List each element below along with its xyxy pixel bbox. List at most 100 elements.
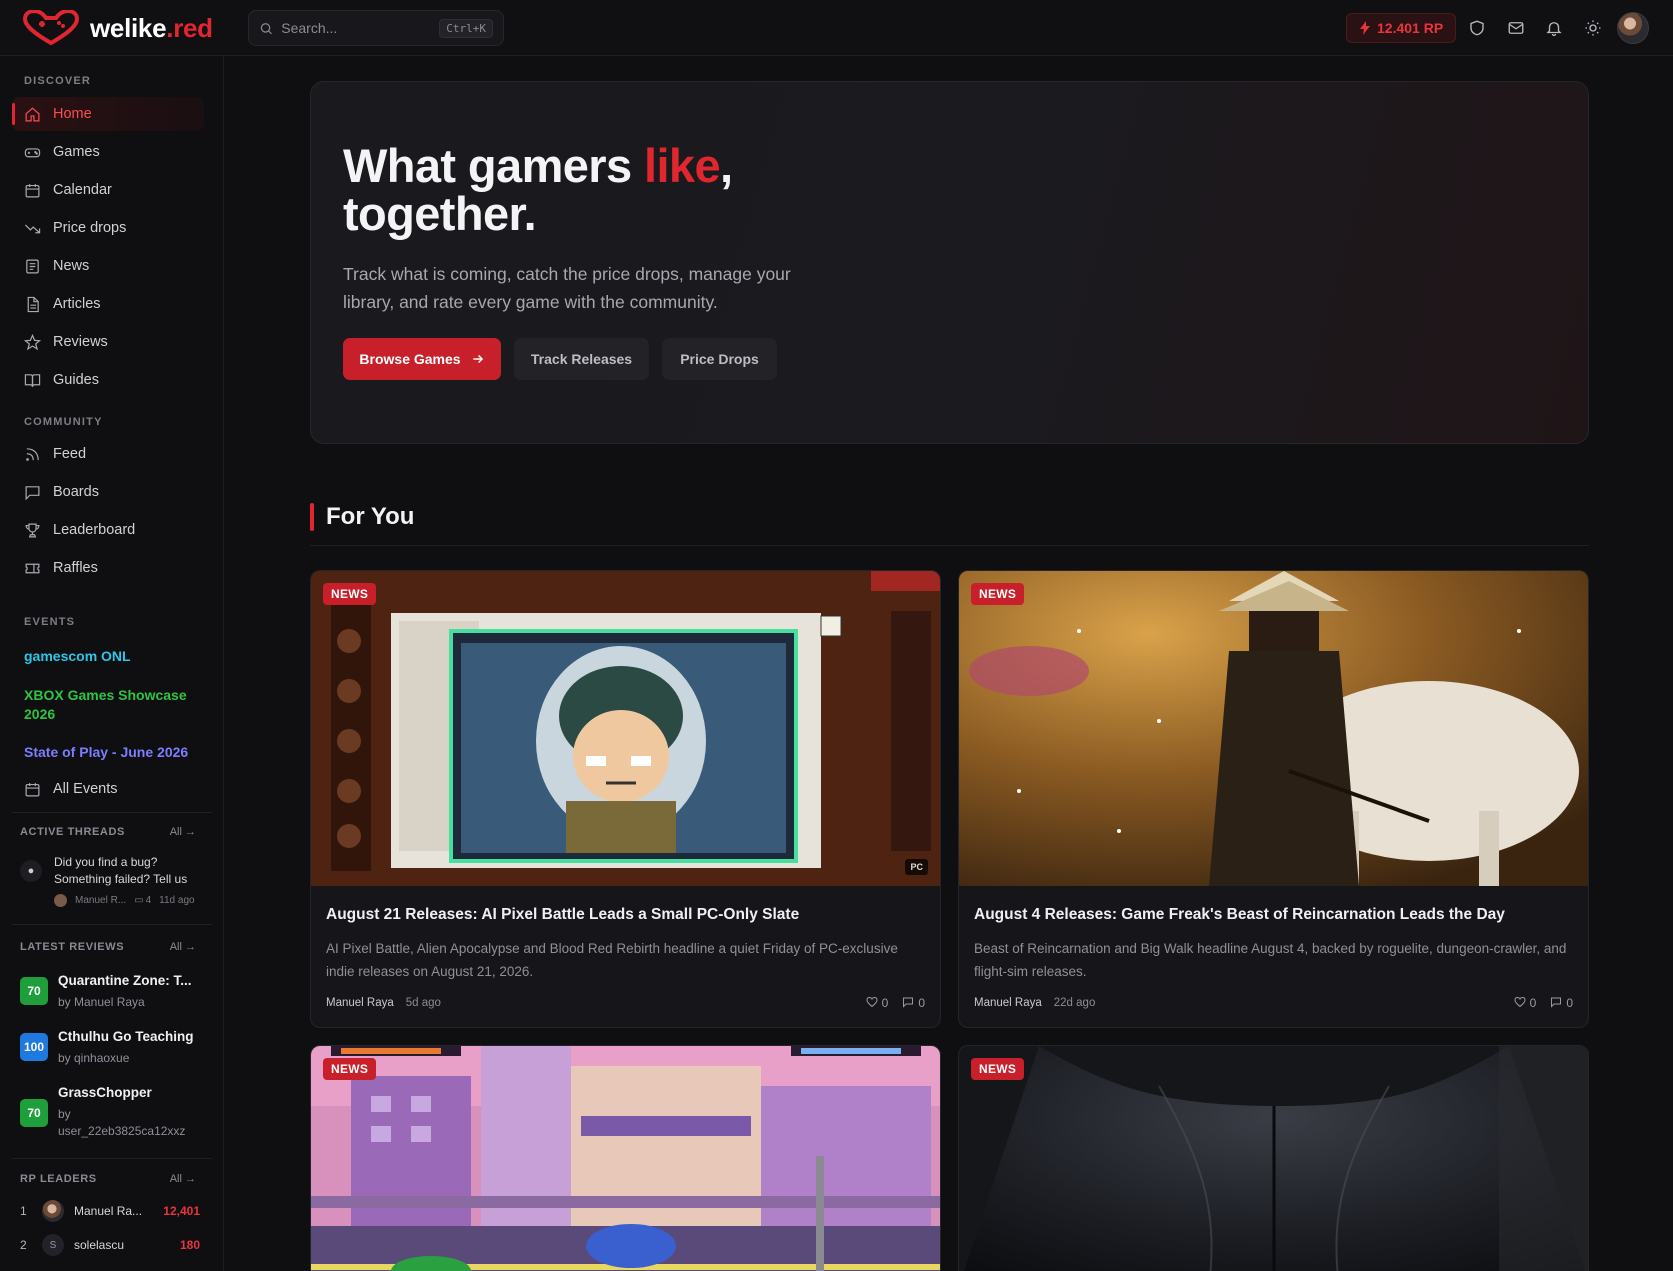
- leader-row[interactable]: 1 Manuel Ra... 12,401: [20, 1199, 200, 1223]
- like-button[interactable]: 0: [866, 996, 889, 1010]
- review-author: by Manuel Raya: [58, 995, 145, 1009]
- leader-name: Manuel Ra...: [74, 1204, 143, 1218]
- sidebar-item-all-events[interactable]: All Events: [12, 772, 204, 806]
- calendar-icon: [25, 782, 40, 796]
- news-card-author: Manuel Raya: [326, 997, 394, 1009]
- comment-button[interactable]: 0: [1550, 996, 1573, 1010]
- bell-icon[interactable]: [1542, 16, 1566, 40]
- leader-row[interactable]: 2 S solelascu 180: [20, 1233, 200, 1257]
- sidebar-item-price-drops[interactable]: Price drops: [12, 211, 204, 245]
- like-button[interactable]: 0: [1514, 996, 1536, 1010]
- news-card-author: Manuel Raya: [974, 997, 1042, 1009]
- sidebar-item-label: Reviews: [53, 334, 108, 350]
- trophy-icon: [25, 523, 40, 537]
- news-card-image: [959, 1046, 1588, 1271]
- search-shortcut: Ctrl+K: [439, 18, 493, 38]
- avatar: S: [42, 1234, 64, 1256]
- sidebar-item-reviews[interactable]: Reviews: [12, 325, 204, 359]
- review-score: 70: [20, 1099, 48, 1127]
- trending-down-icon: [24, 224, 41, 233]
- sidebar-item-guides[interactable]: Guides: [12, 363, 204, 397]
- avatar: [42, 1200, 64, 1222]
- thread-age: 11d ago: [159, 895, 195, 906]
- sidebar-item-feed[interactable]: Feed: [12, 437, 204, 471]
- thread-meta: Manuel R... ▭ 4 11d ago: [54, 894, 214, 907]
- brand-name-red: .red: [166, 12, 213, 43]
- news-badge: NEWS: [323, 583, 377, 605]
- review-score: 70: [20, 977, 48, 1005]
- rss-icon: [26, 447, 39, 461]
- section-divider: [310, 545, 1589, 546]
- news-card-stats: 0 0: [866, 996, 925, 1010]
- active-threads-title: ACTIVE THREADS: [20, 826, 125, 838]
- leader-rank: 1: [20, 1204, 27, 1218]
- event-link-xbox-showcase[interactable]: XBOX Games Showcase 2026: [24, 686, 194, 724]
- leader-rp: 180: [179, 1238, 200, 1252]
- rp-badge[interactable]: 12.401 RP: [1346, 13, 1457, 43]
- comment-icon: [1551, 997, 1562, 1008]
- review-author: by user_22eb3825ca12xxz: [58, 1107, 186, 1138]
- comment-button[interactable]: 0: [902, 996, 925, 1010]
- news-card-description: AI Pixel Battle, Alien Apocalypse and Bl…: [326, 941, 898, 979]
- sidebar-item-leaderboard[interactable]: Leaderboard: [12, 513, 204, 547]
- latest-reviews-all-link[interactable]: All →: [170, 941, 196, 953]
- sidebar-item-label: Calendar: [53, 182, 112, 198]
- brand-logo[interactable]: welike.red: [22, 10, 213, 46]
- comment-count: 0: [918, 996, 925, 1010]
- news-card-title: August 4 Releases: Game Freak's Beast of…: [974, 906, 1505, 923]
- review-score: 100: [20, 1033, 48, 1061]
- sidebar-item-label: Boards: [53, 484, 99, 500]
- news-card[interactable]: NEWS August 4 Releases: Game Freak's Bea…: [958, 570, 1589, 1028]
- sidebar-item-raffles[interactable]: Raffles: [12, 551, 204, 585]
- search-box[interactable]: Ctrl+K: [248, 10, 504, 46]
- section-title-events: EVENTS: [24, 616, 76, 628]
- section-title-community: COMMUNITY: [24, 416, 103, 428]
- comment-count: 0: [1566, 996, 1573, 1010]
- thread-author: Manuel R...: [75, 895, 127, 906]
- for-you-title: For You: [326, 503, 415, 530]
- sidebar-item-label: All Events: [53, 781, 118, 797]
- sidebar-item-label: Raffles: [53, 560, 98, 576]
- shield-icon[interactable]: [1465, 16, 1489, 40]
- track-releases-button[interactable]: Track Releases: [514, 338, 649, 380]
- browse-games-button[interactable]: Browse Games: [343, 338, 501, 380]
- price-drops-button[interactable]: Price Drops: [662, 338, 777, 380]
- rp-leaders-all-link[interactable]: All →: [170, 1173, 196, 1185]
- sun-icon[interactable]: [1581, 16, 1605, 40]
- sidebar-item-news[interactable]: News: [12, 249, 204, 283]
- news-card-meta: Manuel Raya 5d ago: [326, 997, 441, 1009]
- event-link-state-of-play[interactable]: State of Play - June 2026: [24, 743, 188, 762]
- sidebar-item-home[interactable]: Home: [12, 97, 204, 131]
- user-avatar[interactable]: [1617, 12, 1649, 44]
- heart-gamepad-icon: [22, 10, 80, 46]
- search-input[interactable]: [281, 20, 432, 36]
- message-square-icon: [25, 485, 40, 500]
- hero-title-part: together.: [343, 187, 537, 240]
- news-card-meta: Manuel Raya 22d ago: [974, 997, 1095, 1009]
- news-card-age: 22d ago: [1053, 997, 1096, 1009]
- active-threads-all-link[interactable]: All →: [170, 826, 196, 838]
- mail-icon[interactable]: [1504, 16, 1528, 40]
- star-icon: [24, 333, 41, 350]
- hero-title-accent: like: [644, 139, 721, 192]
- event-link-gamescom[interactable]: gamescom ONL: [24, 647, 131, 666]
- latest-reviews-title: LATEST REVIEWS: [20, 941, 125, 953]
- track-releases-label: Track Releases: [530, 351, 633, 367]
- news-card[interactable]: NEWS PC August 21 Releases: AI Pixel Bat…: [310, 570, 941, 1028]
- chat-bubble-icon: ●: [20, 860, 42, 882]
- newspaper-icon: [26, 259, 39, 273]
- news-card[interactable]: NEWS: [958, 1045, 1589, 1271]
- hero-banner: What gamers like, together. Track what is…: [310, 81, 1589, 444]
- sidebar-item-calendar[interactable]: Calendar: [12, 173, 204, 207]
- rp-leaders-header: RP LEADERS All →: [20, 1173, 196, 1185]
- comment-icon: [903, 997, 914, 1008]
- sidebar-item-articles[interactable]: Articles: [12, 287, 204, 321]
- section-accent-bar: [310, 503, 314, 531]
- sidebar-item-games[interactable]: Games: [12, 135, 204, 169]
- book-icon: [24, 373, 41, 387]
- sidebar-item-label: Leaderboard: [53, 522, 136, 538]
- sidebar-item-boards[interactable]: Boards: [12, 475, 204, 509]
- news-card[interactable]: NEWS: [310, 1045, 941, 1271]
- like-count: 0: [881, 996, 889, 1010]
- news-badge: NEWS: [323, 1058, 377, 1080]
